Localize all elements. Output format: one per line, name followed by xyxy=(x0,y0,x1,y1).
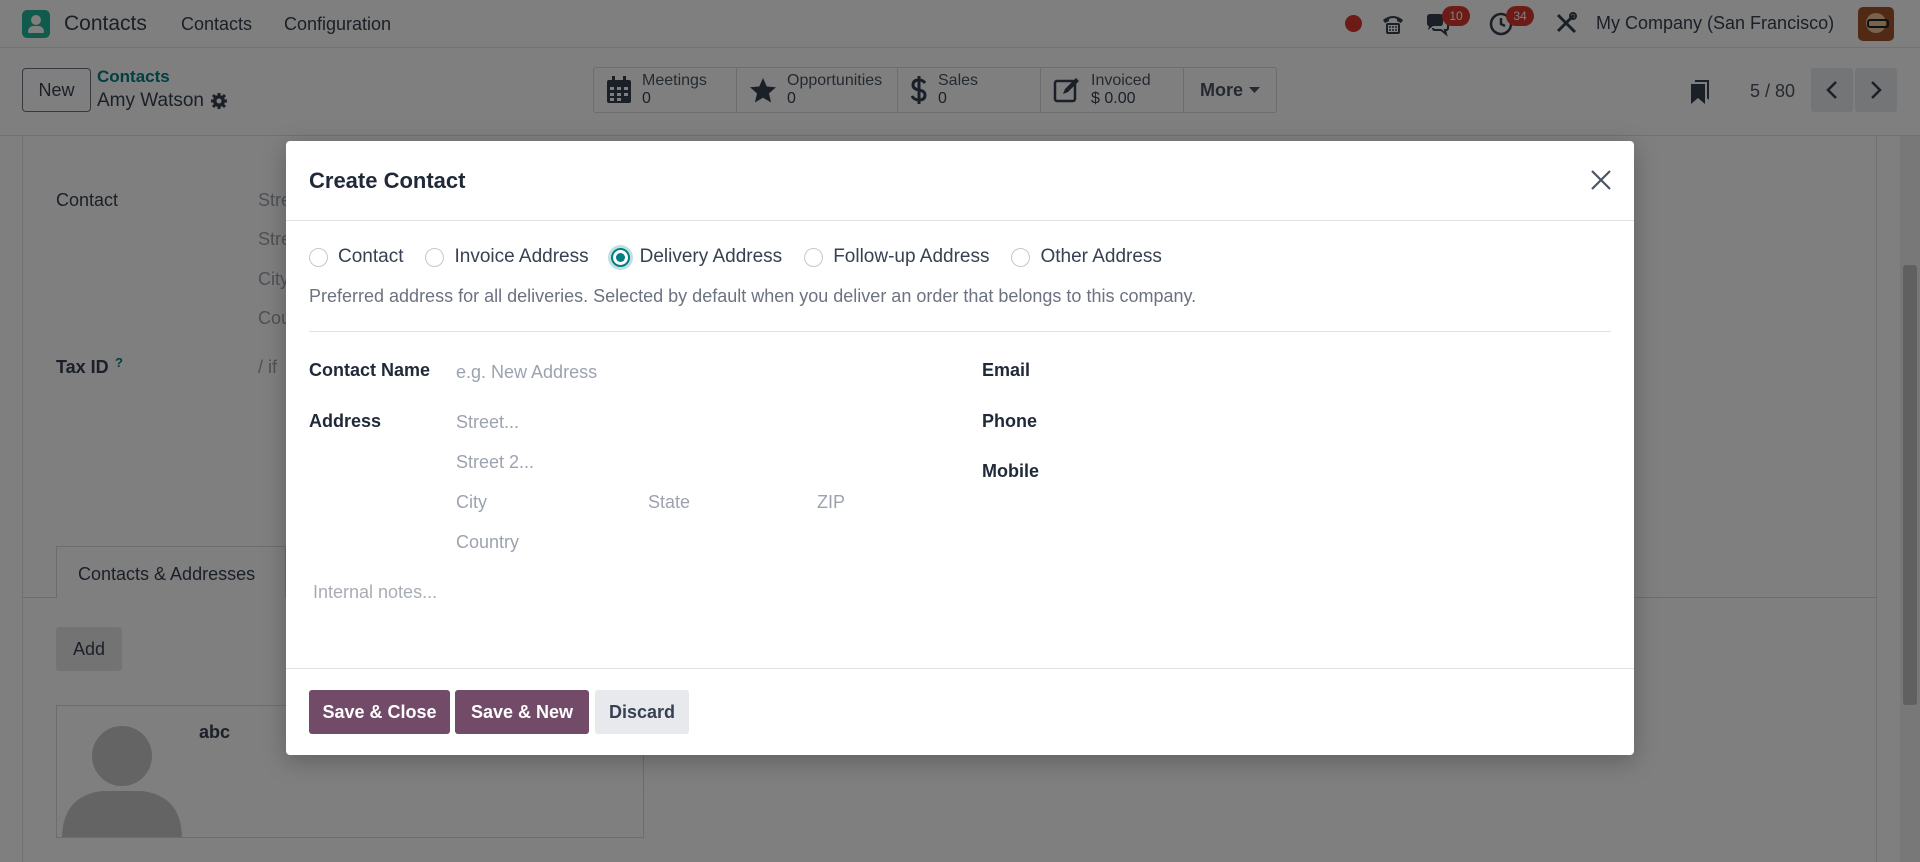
discard-button[interactable]: Discard xyxy=(595,690,689,734)
dialog-header: Create Contact xyxy=(286,141,1634,221)
address-type-radio-group: Contact Invoice Address Delivery Address… xyxy=(309,246,1184,268)
street-input[interactable] xyxy=(456,408,926,436)
street2-input[interactable] xyxy=(456,448,926,476)
radio-follow-up-address-circle[interactable] xyxy=(804,247,824,267)
radio-contact-label: Contact xyxy=(338,246,404,267)
radio-delivery-address[interactable]: Delivery Address xyxy=(610,246,783,268)
address-label: Address xyxy=(309,411,382,431)
radio-invoice-address-circle[interactable] xyxy=(425,247,445,267)
state-input[interactable] xyxy=(648,488,808,516)
city-input[interactable] xyxy=(456,488,636,516)
radio-contact[interactable]: Contact xyxy=(309,246,403,268)
radio-invoice-address-label: Invoice Address xyxy=(454,246,589,267)
save-close-button[interactable]: Save & Close xyxy=(309,690,450,734)
address-type-help-text: Preferred address for all deliveries. Se… xyxy=(309,286,1197,306)
dialog-separator xyxy=(309,331,1611,332)
contact-name-label: Contact Name xyxy=(309,360,431,380)
dialog-title: Create Contact xyxy=(309,168,466,193)
phone-label: Phone xyxy=(982,411,1038,431)
radio-other-address-label: Other Address xyxy=(1040,246,1162,267)
radio-contact-circle[interactable] xyxy=(309,247,328,267)
create-contact-dialog: Create Contact Contact Invoice Address D… xyxy=(286,141,1634,755)
mobile-input[interactable] xyxy=(1086,458,1606,486)
dialog-footer: Save & Close Save & New Discard xyxy=(286,668,1634,755)
radio-delivery-address-circle[interactable] xyxy=(610,247,630,267)
radio-follow-up-address[interactable]: Follow-up Address xyxy=(804,246,989,268)
zip-input[interactable] xyxy=(817,488,927,516)
radio-other-address[interactable]: Other Address xyxy=(1011,246,1162,268)
mobile-label: Mobile xyxy=(982,461,1039,481)
internal-notes-input[interactable] xyxy=(313,582,1603,638)
save-new-button[interactable]: Save & New xyxy=(455,690,589,734)
country-input[interactable] xyxy=(456,528,926,556)
radio-other-address-circle[interactable] xyxy=(1011,247,1031,267)
contact-name-input[interactable] xyxy=(456,358,926,386)
email-input[interactable] xyxy=(1086,358,1606,386)
close-icon[interactable] xyxy=(1589,168,1613,192)
radio-delivery-address-label: Delivery Address xyxy=(639,246,783,267)
radio-invoice-address[interactable]: Invoice Address xyxy=(425,246,589,268)
email-label: Email xyxy=(982,360,1031,380)
radio-follow-up-address-label: Follow-up Address xyxy=(833,246,990,267)
phone-input[interactable] xyxy=(1086,408,1606,436)
